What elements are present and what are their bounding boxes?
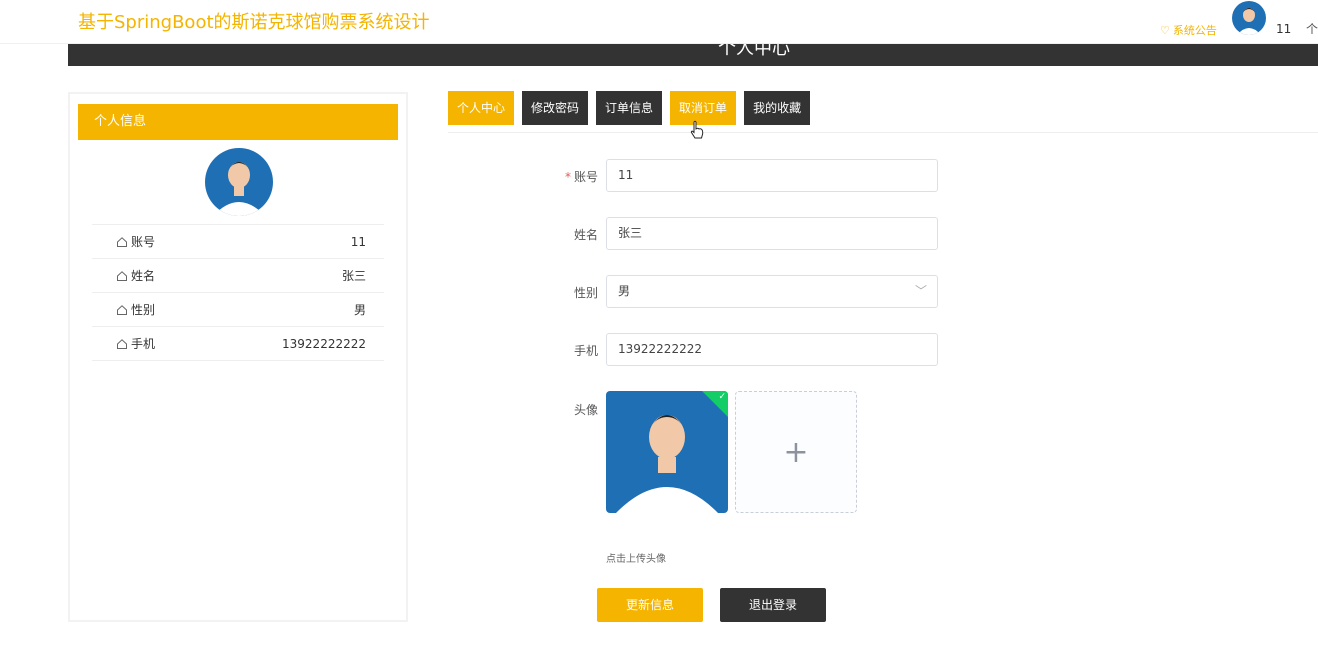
profile-row-gender: 性别 男 bbox=[92, 293, 384, 327]
update-info-button[interactable]: 更新信息 bbox=[597, 588, 703, 622]
profile-info-list: 账号 11 姓名 张三 性别 男 手机 13922222222 bbox=[92, 224, 384, 361]
profile-card: 个人信息 账号 11 姓名 张三 性别 男 手机 13922222222 bbox=[68, 92, 408, 622]
name-field[interactable]: 张三 bbox=[606, 217, 938, 250]
home-icon bbox=[117, 236, 127, 247]
chevron-down-icon: ﹀ bbox=[914, 284, 927, 298]
home-icon bbox=[117, 270, 127, 281]
profile-row-phone: 手机 13922222222 bbox=[92, 327, 384, 361]
profile-row-value: 11 bbox=[350, 234, 366, 249]
top-header: 基于SpringBoot的斯诺克球馆购票系统设计 ♡ 系统公告 11 个 bbox=[0, 0, 1318, 44]
heart-icon: ♡ bbox=[1160, 23, 1170, 37]
system-notice-label: 系统公告 bbox=[1172, 24, 1217, 37]
gender-select-value: 男 bbox=[618, 284, 631, 298]
page-banner: 个人中心 bbox=[68, 44, 1318, 66]
phone-label: 手机 bbox=[573, 344, 598, 358]
profile-card-title: 个人信息 bbox=[78, 104, 398, 140]
phone-field[interactable]: 13922222222 bbox=[606, 333, 938, 366]
profile-row-value: 男 bbox=[353, 303, 366, 317]
gender-label: 性别 bbox=[573, 286, 598, 300]
user-avatar[interactable] bbox=[1232, 1, 1266, 35]
profile-row-label: 账号 bbox=[131, 235, 156, 249]
profile-row-name: 姓名 张三 bbox=[92, 259, 384, 293]
required-mark: * bbox=[564, 170, 571, 184]
system-notice-link[interactable]: ♡ 系统公告 bbox=[1160, 22, 1217, 38]
logout-button[interactable]: 退出登录 bbox=[720, 588, 826, 622]
profile-row-label: 姓名 bbox=[131, 269, 156, 283]
site-title[interactable]: 基于SpringBoot的斯诺克球馆购票系统设计 bbox=[78, 8, 430, 34]
hand-pointer-icon bbox=[690, 120, 704, 139]
plus-icon: + bbox=[783, 434, 809, 470]
profile-row-label: 手机 bbox=[131, 337, 156, 351]
avatar-upload-button[interactable]: + bbox=[735, 391, 857, 513]
avatar-label: 头像 bbox=[573, 403, 598, 417]
profile-avatar bbox=[205, 148, 273, 216]
username-label[interactable]: 11 bbox=[1276, 22, 1291, 36]
tab-personal-center[interactable]: 个人中心 bbox=[448, 91, 515, 125]
home-icon bbox=[117, 304, 127, 315]
more-glyph[interactable]: 个 bbox=[1306, 20, 1318, 37]
uploaded-avatar[interactable]: ✓ bbox=[606, 391, 728, 513]
tabs-divider bbox=[448, 132, 1318, 133]
banner-title: 个人中心 bbox=[718, 44, 790, 59]
upload-hint: 点击上传头像 bbox=[606, 554, 666, 565]
profile-row-value: 张三 bbox=[341, 269, 366, 283]
home-icon bbox=[117, 338, 127, 349]
profile-row-label: 性别 bbox=[131, 303, 156, 317]
account-field[interactable]: 11 bbox=[606, 159, 938, 192]
name-label: 姓名 bbox=[573, 228, 598, 242]
avatar-image bbox=[1232, 1, 1266, 35]
tab-change-password[interactable]: 修改密码 bbox=[522, 91, 589, 125]
profile-avatar-image bbox=[205, 148, 273, 216]
tab-my-favorites[interactable]: 我的收藏 bbox=[744, 91, 811, 125]
account-label: * 账号 bbox=[564, 170, 598, 184]
profile-tabs: 个人中心 修改密码 订单信息 取消订单 我的收藏 bbox=[448, 91, 811, 125]
tab-order-info[interactable]: 订单信息 bbox=[596, 91, 663, 125]
profile-row-value: 13922222222 bbox=[282, 336, 366, 351]
check-icon: ✓ bbox=[718, 392, 726, 402]
gender-select[interactable]: 男 ﹀ bbox=[606, 275, 938, 308]
profile-row-account: 账号 11 bbox=[92, 225, 384, 259]
